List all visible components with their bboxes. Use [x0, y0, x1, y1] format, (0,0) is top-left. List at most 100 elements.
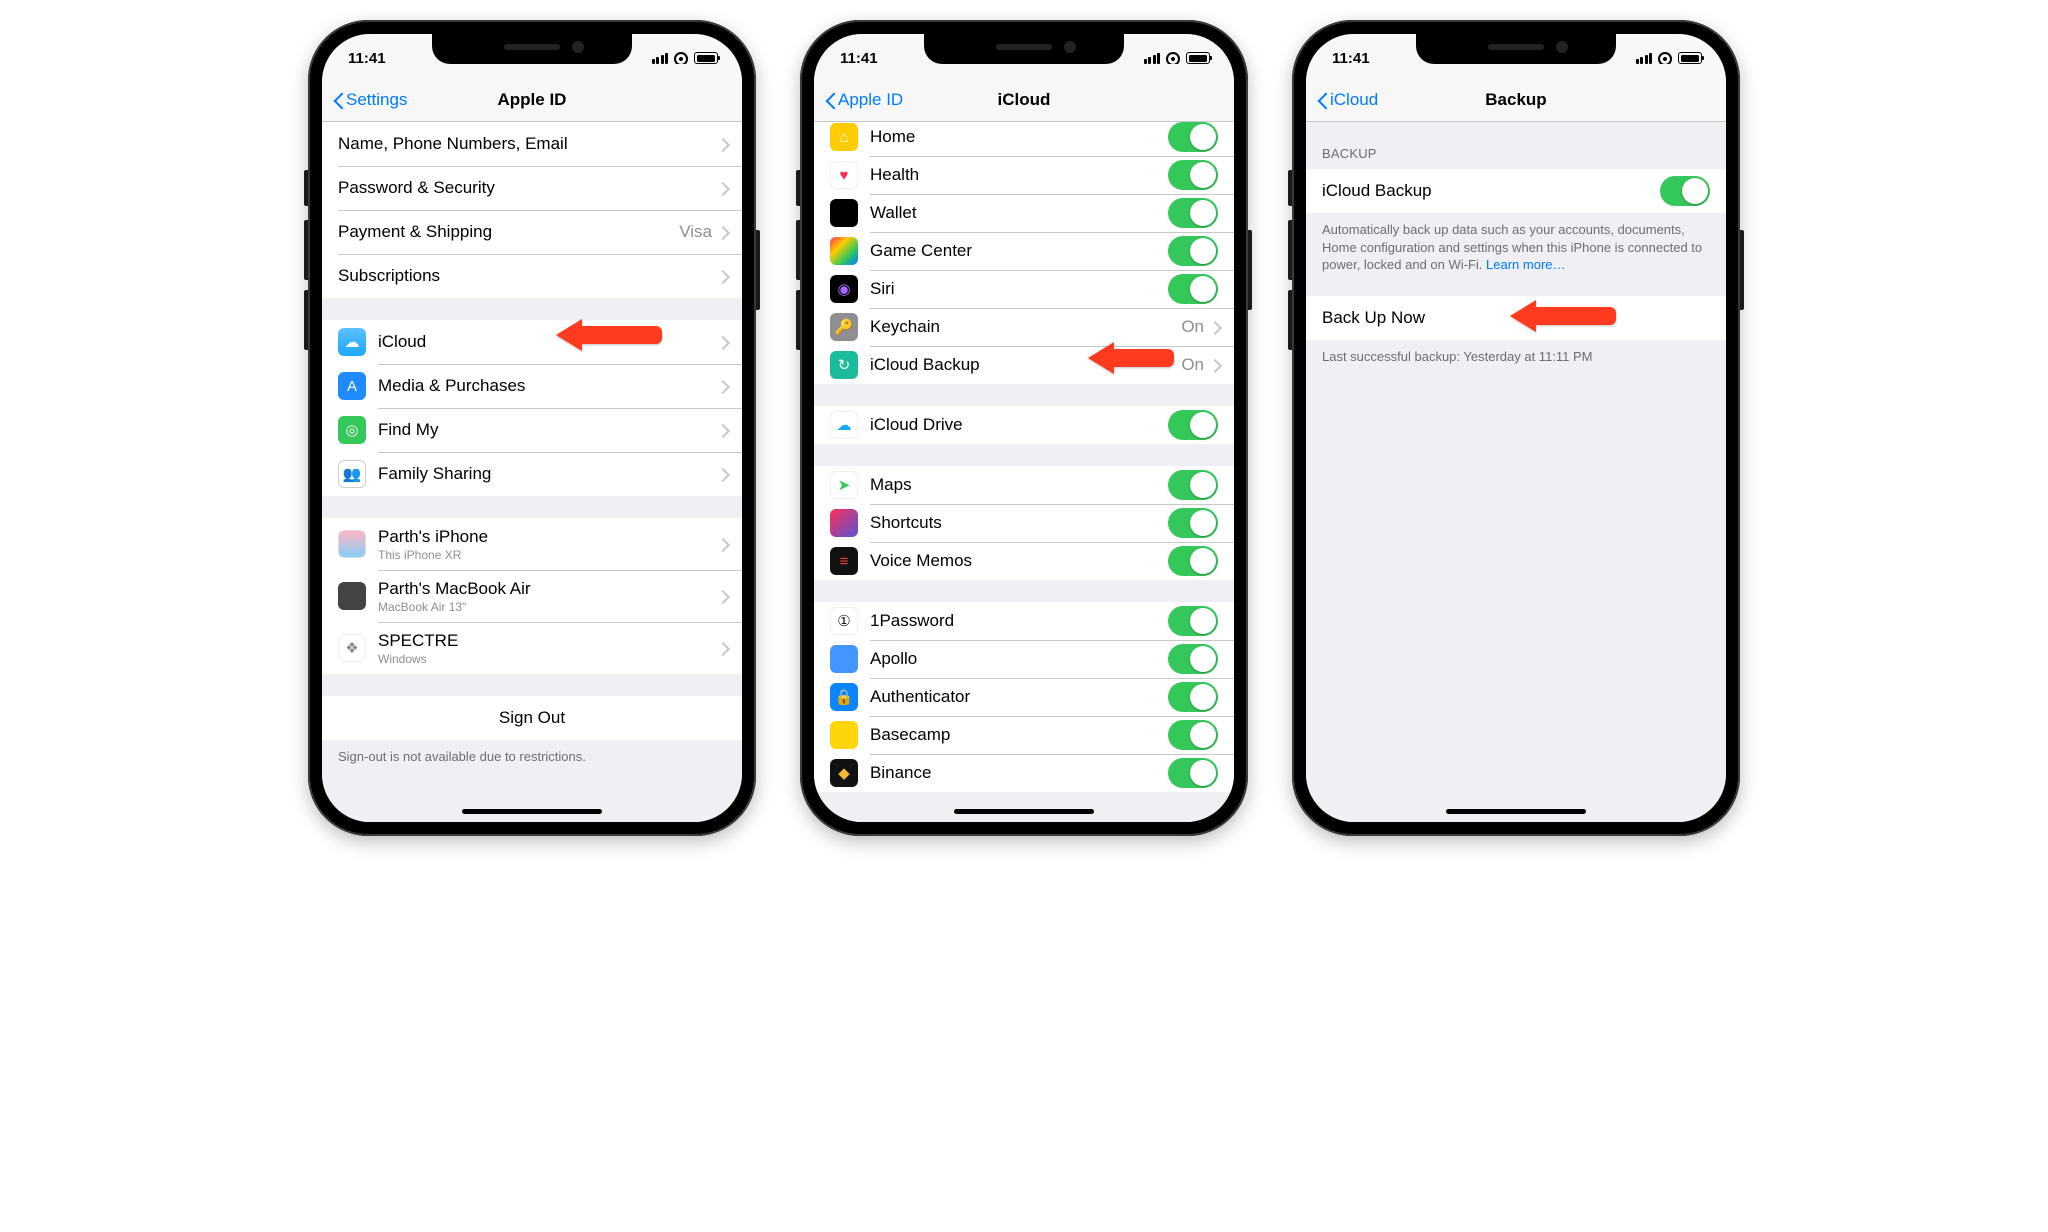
wallet-icon	[830, 199, 858, 227]
siri-icon: ◉	[830, 275, 858, 303]
toggle-icloud-backup[interactable]	[1660, 176, 1710, 206]
status-time: 11:41	[1332, 46, 1370, 67]
cellular-signal-icon	[1144, 53, 1161, 64]
chevron-left-icon	[1316, 90, 1328, 110]
toggle-voicememos[interactable]	[1168, 546, 1218, 576]
group-services: ☁︎ iCloud A Media & Purchases ◎ Find My	[322, 320, 742, 496]
content-appleid: Name, Phone Numbers, Email Password & Se…	[322, 122, 742, 822]
back-button[interactable]: Settings	[332, 90, 407, 110]
back-label: Apple ID	[838, 90, 903, 110]
row-icloud-drive[interactable]: ☁︎ iCloud Drive	[814, 406, 1234, 444]
content-icloud[interactable]: ⌂ Home ♥ Health Wallet	[814, 122, 1234, 822]
toggle-1password[interactable]	[1168, 606, 1218, 636]
last-backup-text: Last successful backup: Yesterday at 11:…	[1306, 340, 1726, 374]
chevron-right-icon	[718, 225, 726, 239]
row-binance[interactable]: ◆ Binance	[814, 754, 1234, 792]
row-keychain[interactable]: 🔑 Keychain On	[814, 308, 1234, 346]
back-button[interactable]: iCloud	[1316, 90, 1378, 110]
toggle-authenticator[interactable]	[1168, 682, 1218, 712]
row-icloud-backup-toggle[interactable]: iCloud Backup	[1306, 169, 1726, 213]
phone-backup: 11:41 iCloud Backup Backup iCloud Ba	[1292, 20, 1740, 836]
nav-bar: Apple ID iCloud	[814, 78, 1234, 122]
row-health[interactable]: ♥ Health	[814, 156, 1234, 194]
notch	[432, 34, 632, 64]
annotation-arrow-icloud	[556, 319, 662, 351]
row-shortcuts[interactable]: Shortcuts	[814, 504, 1234, 542]
chevron-right-icon	[718, 641, 726, 655]
row-subscriptions[interactable]: Subscriptions	[322, 254, 742, 298]
toggle-wallet[interactable]	[1168, 198, 1218, 228]
detail-value: On	[1181, 317, 1204, 337]
appstore-icon: A	[338, 372, 366, 400]
sign-out-button[interactable]: Sign Out	[322, 696, 742, 740]
toggle-iclouddrive[interactable]	[1168, 410, 1218, 440]
learn-more-link[interactable]: Learn more…	[1486, 257, 1565, 272]
backup-footer: Automatically back up data such as your …	[1306, 213, 1726, 282]
chevron-right-icon	[718, 467, 726, 481]
row-game-center[interactable]: Game Center	[814, 232, 1234, 270]
row-device-windows[interactable]: ❖ SPECTRE Windows	[322, 622, 742, 674]
notch	[924, 34, 1124, 64]
row-device-iphone[interactable]: Parth's iPhone This iPhone XR	[322, 518, 742, 570]
wifi-icon	[1165, 52, 1181, 64]
chevron-right-icon	[1210, 358, 1218, 372]
row-wallet[interactable]: Wallet	[814, 194, 1234, 232]
group-signout: Sign Out	[322, 696, 742, 740]
chevron-right-icon	[718, 269, 726, 283]
toggle-home[interactable]	[1168, 122, 1218, 152]
toggle-apollo[interactable]	[1168, 644, 1218, 674]
toggle-binance[interactable]	[1168, 758, 1218, 788]
section-header-backup: Backup	[1306, 140, 1726, 169]
macbook-icon	[338, 582, 366, 610]
back-label: Settings	[346, 90, 407, 110]
chevron-right-icon	[718, 537, 726, 551]
apollo-icon	[830, 645, 858, 673]
row-media-purchases[interactable]: A Media & Purchases	[322, 364, 742, 408]
chevron-left-icon	[332, 90, 344, 110]
row-home[interactable]: ⌂ Home	[814, 122, 1234, 156]
basecamp-icon	[830, 721, 858, 749]
toggle-siri[interactable]	[1168, 274, 1218, 304]
home-indicator[interactable]	[462, 809, 602, 814]
toggle-health[interactable]	[1168, 160, 1218, 190]
group-icloud-drive: ☁︎ iCloud Drive	[814, 406, 1234, 444]
home-indicator[interactable]	[1446, 809, 1586, 814]
group-backup-toggle: iCloud Backup	[1306, 169, 1726, 213]
row-authenticator[interactable]: 🔒 Authenticator	[814, 678, 1234, 716]
row-device-macbook[interactable]: Parth's MacBook Air MacBook Air 13"	[322, 570, 742, 622]
back-button[interactable]: Apple ID	[824, 90, 903, 110]
findmy-icon: ◎	[338, 416, 366, 444]
status-time: 11:41	[840, 46, 878, 67]
row-icloud[interactable]: ☁︎ iCloud	[322, 320, 742, 364]
row-name-phone-email[interactable]: Name, Phone Numbers, Email	[322, 122, 742, 166]
row-apollo[interactable]: Apollo	[814, 640, 1234, 678]
nav-bar: Settings Apple ID	[322, 78, 742, 122]
toggle-basecamp[interactable]	[1168, 720, 1218, 750]
cellular-signal-icon	[1636, 53, 1653, 64]
row-siri[interactable]: ◉ Siri	[814, 270, 1234, 308]
toggle-maps[interactable]	[1168, 470, 1218, 500]
chevron-right-icon	[718, 181, 726, 195]
battery-icon	[1186, 52, 1210, 64]
detail-value: On	[1181, 355, 1204, 375]
chevron-right-icon	[718, 423, 726, 437]
row-password-security[interactable]: Password & Security	[322, 166, 742, 210]
chevron-right-icon	[1210, 320, 1218, 334]
row-family-sharing[interactable]: 👥 Family Sharing	[322, 452, 742, 496]
row-1password[interactable]: ① 1Password	[814, 602, 1234, 640]
toggle-shortcuts[interactable]	[1168, 508, 1218, 538]
authenticator-icon: 🔒	[830, 683, 858, 711]
row-payment-shipping[interactable]: Payment & Shipping Visa	[322, 210, 742, 254]
row-maps[interactable]: ➤ Maps	[814, 466, 1234, 504]
phone-icloud: 11:41 Apple ID iCloud ⌂ Home	[800, 20, 1248, 836]
battery-icon	[694, 52, 718, 64]
toggle-gamecenter[interactable]	[1168, 236, 1218, 266]
shortcuts-icon	[830, 509, 858, 537]
row-voice-memos[interactable]: ≡ Voice Memos	[814, 542, 1234, 580]
nav-bar: iCloud Backup	[1306, 78, 1726, 122]
row-find-my[interactable]: ◎ Find My	[322, 408, 742, 452]
voicememos-icon: ≡	[830, 547, 858, 575]
cloud-icon: ☁︎	[338, 328, 366, 356]
row-basecamp[interactable]: Basecamp	[814, 716, 1234, 754]
home-indicator[interactable]	[954, 809, 1094, 814]
